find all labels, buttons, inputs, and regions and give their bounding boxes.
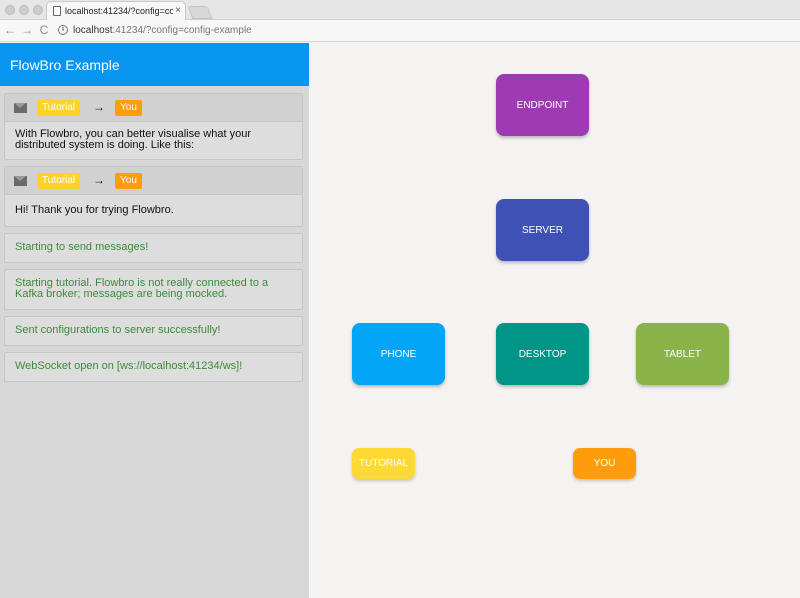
site-info-icon[interactable]: i bbox=[58, 25, 68, 35]
node-tablet[interactable]: TABLET bbox=[636, 323, 729, 385]
node-server[interactable]: SERVER bbox=[496, 199, 589, 261]
node-phone[interactable]: PHONE bbox=[352, 323, 445, 385]
status-message: Starting tutorial. Flowbro is not really… bbox=[4, 269, 303, 310]
envelope-icon bbox=[14, 176, 27, 186]
message-to-tag: You bbox=[115, 100, 142, 116]
message-from-tag: Tutorial bbox=[37, 173, 80, 189]
status-message: Starting to send messages! bbox=[4, 233, 303, 263]
browser-tab-bar: localhost:41234/?config=config-example × bbox=[0, 0, 800, 20]
new-tab-button[interactable] bbox=[187, 6, 213, 19]
app-title: FlowBro Example bbox=[0, 43, 309, 86]
url-host: localhost bbox=[73, 25, 113, 36]
flow-canvas[interactable]: ENDPOINT SERVER PHONE DESKTOP TABLET TUT… bbox=[309, 43, 800, 598]
address-bar: ← → C i localhost:41234/?config=config-e… bbox=[0, 20, 800, 42]
node-tutorial[interactable]: TUTORIAL bbox=[352, 448, 415, 479]
message-body: With Flowbro, you can better visualise w… bbox=[15, 128, 251, 151]
node-you[interactable]: YOU bbox=[573, 448, 636, 479]
window-minimize-dot[interactable] bbox=[19, 5, 29, 15]
tab-title: localhost:41234/?config=config-example bbox=[65, 6, 173, 16]
message-card-header: Tutorial → You bbox=[5, 167, 302, 195]
url-path: :41234/?config=config-example bbox=[112, 25, 252, 36]
message-card[interactable]: Tutorial → You Hi! Thank you for trying … bbox=[4, 166, 303, 227]
url-field[interactable]: localhost:41234/?config=config-example bbox=[73, 25, 252, 36]
message-card[interactable]: Tutorial → You With Flowbro, you can bet… bbox=[4, 93, 303, 160]
page-icon bbox=[53, 6, 61, 16]
envelope-icon bbox=[14, 103, 27, 113]
reload-icon[interactable]: C bbox=[37, 23, 51, 37]
window-close-dot[interactable] bbox=[5, 5, 15, 15]
arrow-icon: → bbox=[93, 173, 105, 187]
message-body: Hi! Thank you for trying Flowbro. bbox=[15, 204, 174, 216]
status-message: WebSocket open on [ws://localhost:41234/… bbox=[4, 352, 303, 382]
arrow-icon: → bbox=[93, 100, 105, 114]
message-sidebar: FlowBro Example Tutorial → You With Flow… bbox=[0, 43, 309, 598]
node-endpoint[interactable]: ENDPOINT bbox=[496, 74, 589, 136]
status-message: Sent configurations to server successful… bbox=[4, 316, 303, 346]
forward-icon[interactable]: → bbox=[20, 23, 34, 37]
message-list: Tutorial → You With Flowbro, you can bet… bbox=[4, 93, 303, 388]
window-zoom-dot[interactable] bbox=[33, 5, 43, 15]
message-to-tag: You bbox=[115, 173, 142, 189]
browser-tab[interactable]: localhost:41234/?config=config-example × bbox=[46, 1, 186, 20]
back-icon[interactable]: ← bbox=[3, 23, 17, 37]
node-desktop[interactable]: DESKTOP bbox=[496, 323, 589, 385]
message-from-tag: Tutorial bbox=[37, 100, 80, 116]
tab-close-icon[interactable]: × bbox=[175, 5, 181, 16]
message-card-header: Tutorial → You bbox=[5, 94, 302, 122]
